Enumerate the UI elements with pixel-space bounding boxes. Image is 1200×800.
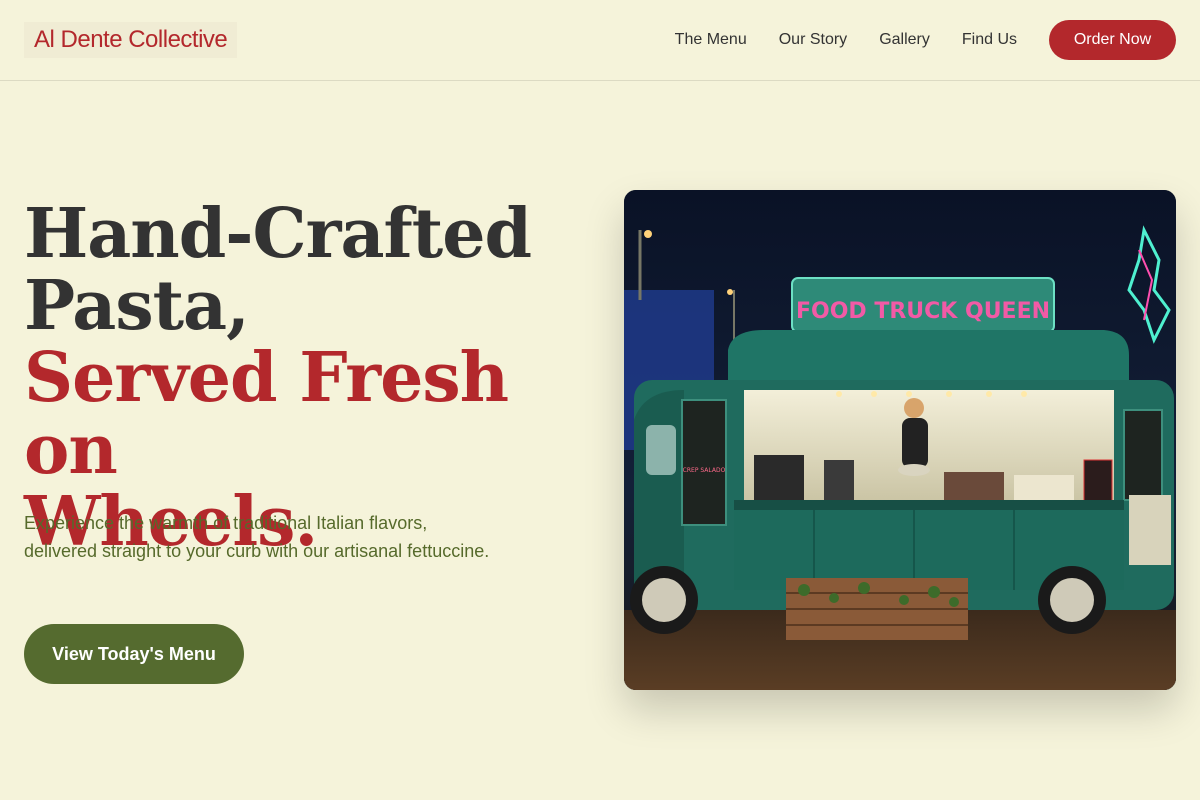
brand-logo[interactable]: Al Dente Collective [24,22,238,58]
hero-title-line-1: Hand-Crafted [24,194,532,274]
site-header: Al Dente Collective The Menu Our Story G… [0,0,1200,81]
order-now-button[interactable]: Order Now [1049,20,1176,60]
nav-link-story[interactable]: Our Story [779,31,847,49]
hero-title: Hand-Crafted Pasta, Served Fresh on Whee… [24,198,604,558]
truck-sign-text: FOOD TRUCK QUEEN [796,299,1050,324]
nav-link-menu[interactable]: The Menu [675,31,747,49]
hero-subtitle: Experience the warmth of traditional Ita… [24,513,490,561]
view-menu-button[interactable]: View Today's Menu [24,624,244,684]
hero-title-line-2: Pasta, [24,266,250,346]
food-truck-photo: FOOD TRUCK QUEEN CREP SALADO [624,190,1176,690]
main-nav: The Menu Our Story Gallery Find Us Order… [643,20,1176,60]
hero-title-line-3: Served Fresh on [24,338,509,490]
nav-link-find-us[interactable]: Find Us [962,31,1017,49]
menu-board-text: CREP SALADO [683,467,726,474]
nav-link-gallery[interactable]: Gallery [879,31,930,49]
